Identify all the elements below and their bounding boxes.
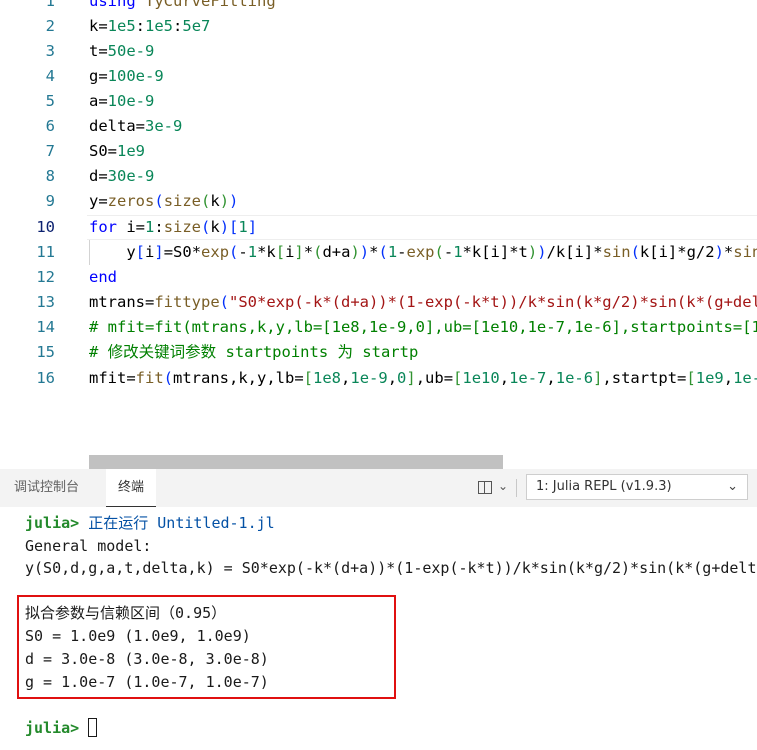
line-number: 2 <box>45 17 55 35</box>
code-line[interactable]: 7 S0=1e9 <box>0 139 757 164</box>
code-line[interactable]: 16 mfit=fit(mtrans,k,y,lb=[1e8,1e-9,0],ub… <box>0 366 757 391</box>
code-text: g=100e-9 <box>89 67 164 85</box>
code-line[interactable]: 14 # mfit=fit(mtrans,k,y,lb=[1e8,1e-9,0],… <box>0 315 757 340</box>
code-text: y[i]=S0*exp(-1*k[i]*(d+a))*(1-exp(-1*k[i… <box>89 243 757 261</box>
fit-param-g: g = 1.0e-7 (1.0e-7, 1.0e-7) <box>25 673 269 691</box>
divider <box>516 479 517 497</box>
code-editor[interactable]: 1 using TyCurveFitting 2 k=1e5:1e5:5e7 3 t=50… <box>0 0 757 455</box>
code-line[interactable]: 10 for i=1:size(k)[1] <box>0 215 757 240</box>
terminal-cursor <box>88 718 98 737</box>
terminal-select[interactable]: 1: Julia REPL (v1.9.3) ⌄ <box>526 474 748 500</box>
chevron-down-icon: ⌄ <box>727 479 738 494</box>
tab-terminal[interactable]: 终端 <box>106 469 157 507</box>
code-line[interactable]: 3 t=50e-9 <box>0 39 757 64</box>
model-formula: y(S0,d,g,a,t,delta,k) = S0*exp(-k*(d+a))… <box>25 559 757 577</box>
line-number: 11 <box>36 243 55 261</box>
run-text: 正在运行 <box>88 514 149 532</box>
terminal-output[interactable]: julia> 正在运行 Untitled-1.jl General model:… <box>0 507 757 750</box>
run-file: Untitled-1.jl <box>157 514 275 532</box>
code-line[interactable]: 5 a=10e-9 <box>0 89 757 114</box>
tab-debug-console[interactable]: 调试控制台 <box>14 469 79 507</box>
panel-tab-bar: 调试控制台 终端 ⌄ 1: Julia REPL (v1.9.3) ⌄ <box>0 469 757 507</box>
line-number: 1 <box>45 0 55 10</box>
terminal-run-line: julia> 正在运行 Untitled-1.jl <box>25 512 275 534</box>
split-layout-icon[interactable] <box>478 481 492 494</box>
code-line[interactable]: 4 g=100e-9 <box>0 64 757 89</box>
code-line[interactable]: 13 mtrans=fittype("S0*exp(-k*(d+a))*(1-ex… <box>0 290 757 315</box>
line-number: 8 <box>45 167 55 185</box>
code-text: # 修改关键词参数 startpoints 为 startp <box>89 343 419 361</box>
code-line[interactable]: 11 y[i]=S0*exp(-1*k[i]*(d+a))*(1-exp(-1*… <box>0 240 757 265</box>
fit-param-s0: S0 = 1.0e9 (1.0e9, 1.0e9) <box>25 627 251 645</box>
line-number: 4 <box>45 67 55 85</box>
line-number: 10 <box>36 218 55 236</box>
code-line[interactable]: 9 y=zeros(size(k)) <box>0 189 757 214</box>
code-text: mfit=fit(mtrans,k,y,lb=[1e8,1e-9,0],ub=[… <box>89 369 757 387</box>
chevron-down-icon[interactable]: ⌄ <box>498 479 508 493</box>
code-text: k=1e5:1e5:5e7 <box>89 17 211 35</box>
julia-prompt: julia> <box>25 514 80 532</box>
code-text: y=zeros(size(k)) <box>89 192 239 210</box>
code-line[interactable]: 15 # 修改关键词参数 startpoints 为 startp <box>0 340 757 365</box>
code-text: for i=1:size(k)[1] <box>89 218 258 236</box>
julia-prompt: julia> <box>25 719 80 737</box>
code-text: delta=3e-9 <box>89 117 183 135</box>
code-text: using TyCurveFitting <box>89 0 276 10</box>
line-number: 3 <box>45 42 55 60</box>
line-number: 5 <box>45 92 55 110</box>
code-line[interactable]: 6 delta=3e-9 <box>0 114 757 139</box>
code-text: # mfit=fit(mtrans,k,y,lb=[1e8,1e-9,0],ub… <box>89 318 757 336</box>
terminal-select-value: 1: Julia REPL (v1.9.3) <box>536 479 672 494</box>
line-number: 14 <box>36 318 55 336</box>
code-line[interactable]: 2 k=1e5:1e5:5e7 <box>0 14 757 39</box>
line-number: 9 <box>45 192 55 210</box>
code-line[interactable]: 8 d=30e-9 <box>0 164 757 189</box>
line-number: 6 <box>45 117 55 135</box>
general-model-label: General model: <box>25 537 152 555</box>
code-line[interactable]: 1 using TyCurveFitting <box>0 0 757 14</box>
horizontal-scrollbar[interactable] <box>89 455 503 469</box>
fit-header: 拟合参数与信赖区间（0.95） <box>25 604 227 622</box>
code-text: S0=1e9 <box>89 142 145 160</box>
terminal-prompt-line[interactable]: julia> <box>25 717 98 739</box>
code-text: mtrans=fittype("S0*exp(-k*(d+a))*(1-exp(… <box>89 293 757 311</box>
line-number: 12 <box>36 268 55 286</box>
line-number: 13 <box>36 293 55 311</box>
line-number: 16 <box>36 369 55 387</box>
code-text: end <box>89 268 117 286</box>
line-number: 7 <box>45 142 55 160</box>
code-text: a=10e-9 <box>89 92 155 110</box>
code-line[interactable]: 12 end <box>0 265 757 290</box>
code-text: t=50e-9 <box>89 42 155 60</box>
line-number: 15 <box>36 343 55 361</box>
code-text: d=30e-9 <box>89 167 155 185</box>
fit-param-d: d = 3.0e-8 (3.0e-8, 3.0e-8) <box>25 650 269 668</box>
